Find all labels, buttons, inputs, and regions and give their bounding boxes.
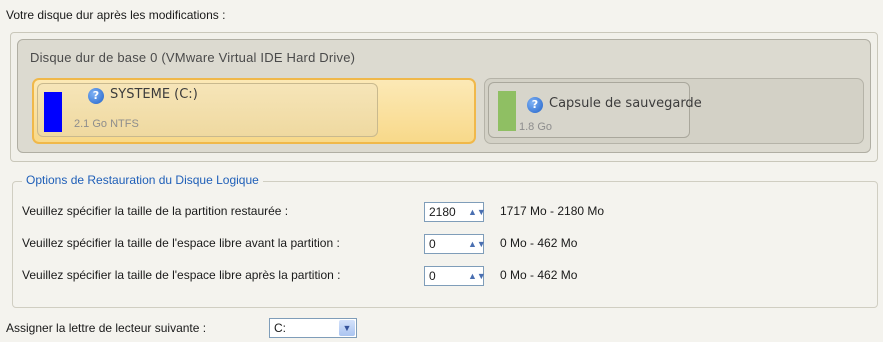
partition-name: Capsule de sauvegarde xyxy=(549,96,702,111)
spin-arrows-icon[interactable]: ▲▼ xyxy=(468,236,486,252)
layout-caption: Votre disque dur après les modifications… xyxy=(6,8,226,22)
free-space-after-value[interactable]: 0 xyxy=(429,269,436,283)
free-space-before-range: 0 Mo - 462 Mo xyxy=(500,236,578,250)
free-space-before-stepper[interactable]: 0 ▲▼ xyxy=(424,234,486,254)
partition-capsule[interactable]: ? Capsule de sauvegarde 1.8 Go xyxy=(484,78,864,144)
partition-systeme[interactable]: ? SYSTEME (C:) 2.1 Go NTFS xyxy=(32,78,476,144)
partition-capsule-frame: ? Capsule de sauvegarde 1.8 Go xyxy=(488,82,702,138)
help-icon[interactable]: ? xyxy=(88,88,104,104)
disk-panel: Disque dur de base 0 (VMware Virtual IDE… xyxy=(17,39,871,153)
partition-name: SYSTEME (C:) xyxy=(110,87,198,102)
free-space-after-range: 0 Mo - 462 Mo xyxy=(500,268,578,282)
partition-systeme-frame: ? SYSTEME (C:) 2.1 Go NTFS xyxy=(37,83,378,137)
spin-arrows-icon[interactable]: ▲▼ xyxy=(468,268,486,284)
partition-size: 1.8 Go xyxy=(519,121,553,133)
partition-size-label: Veuillez spécifier la taille de la parti… xyxy=(22,204,289,218)
partition-size-range: 1717 Mo - 2180 Mo xyxy=(500,204,605,218)
free-space-after-stepper[interactable]: 0 ▲▼ xyxy=(424,266,486,286)
free-space-before-value[interactable]: 0 xyxy=(429,237,436,251)
chevron-down-icon[interactable]: ▼ xyxy=(339,320,355,336)
partition-size-value[interactable]: 2180 xyxy=(429,205,456,219)
drive-letter-select[interactable]: C: ▼ xyxy=(269,318,357,338)
partition-size: 2.1 Go NTFS xyxy=(74,118,139,130)
help-icon[interactable]: ? xyxy=(527,97,543,113)
free-space-before-label: Veuillez spécifier la taille de l'espace… xyxy=(22,236,340,250)
spin-arrows-icon[interactable]: ▲▼ xyxy=(468,204,486,220)
partition-color-swatch xyxy=(44,92,62,132)
restore-options-legend: Options de Restauration du Disque Logiqu… xyxy=(22,173,263,187)
drive-letter-label: Assigner la lettre de lecteur suivante : xyxy=(6,321,207,335)
partition-size-stepper[interactable]: 2180 ▲▼ xyxy=(424,202,486,222)
free-space-after-label: Veuillez spécifier la taille de l'espace… xyxy=(22,268,341,282)
partition-color-swatch xyxy=(498,91,516,131)
disk-title: Disque dur de base 0 (VMware Virtual IDE… xyxy=(30,50,356,65)
disk-layout-group: Disque dur de base 0 (VMware Virtual IDE… xyxy=(10,32,878,162)
drive-letter-value[interactable]: C: xyxy=(274,321,286,335)
